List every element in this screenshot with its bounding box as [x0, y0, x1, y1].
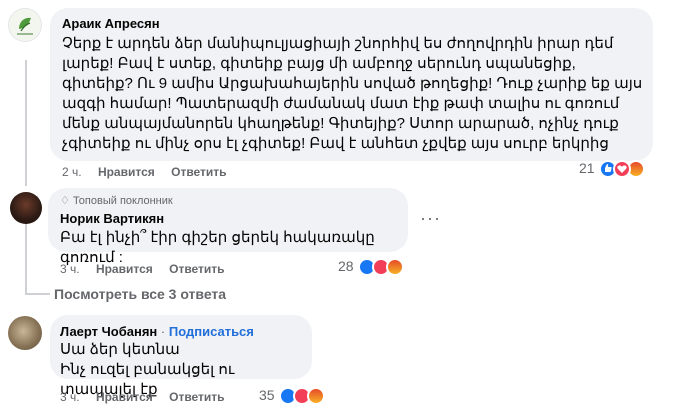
reply-actions: 3 ч. Нравится Ответить [60, 262, 238, 276]
more-options-icon[interactable]: ··· [420, 208, 441, 229]
top-fan-badge-icon: ♢ [60, 195, 70, 207]
like-button[interactable]: Нравится [96, 262, 153, 276]
reaction-count: 21 [579, 160, 595, 177]
reaction-summary[interactable]: 28 [338, 258, 405, 276]
comment-time[interactable]: 2 ч. [62, 165, 82, 179]
thread-line-replies [25, 222, 27, 294]
reply-button[interactable]: Ответить [171, 165, 226, 179]
logo-avatar-icon [17, 17, 33, 35]
comment-text: Չերք է արդեն ձեր մանիպուլյացիայի շնորհիվ… [62, 35, 643, 152]
thread-line [25, 60, 27, 186]
separator-dot: · [160, 324, 166, 339]
reply-author[interactable]: Норик Вартикян [60, 211, 164, 226]
comment-time[interactable]: 3 ч. [60, 390, 80, 404]
angry-reaction-icon [307, 387, 326, 405]
love-reaction-icon [613, 160, 632, 178]
comment-actions: 3 ч. Нравится Ответить [60, 390, 238, 404]
reply-time[interactable]: 3 ч. [60, 262, 80, 276]
reply-button[interactable]: Ответить [169, 390, 224, 404]
reaction-count: 28 [338, 258, 354, 275]
angry-reaction-icon [386, 258, 405, 276]
reaction-count: 35 [259, 387, 275, 404]
avatar-laert[interactable] [8, 316, 42, 350]
reaction-summary[interactable]: 21 [579, 160, 646, 178]
reply-button[interactable]: Ответить [169, 262, 224, 276]
comment-actions: 2 ч. Нравится Ответить [62, 165, 240, 179]
subscribe-button[interactable]: Подписаться [169, 324, 254, 339]
reaction-summary[interactable]: 35 [259, 387, 326, 405]
top-fan-badge: ♢ Топовый поклонник [60, 195, 173, 207]
avatar-norik[interactable] [10, 192, 42, 224]
comment-author[interactable]: Араик Апресян [62, 16, 160, 31]
like-button[interactable]: Нравится [96, 390, 153, 404]
comment-header: Лаерт Чобанян · Подписаться [60, 324, 254, 339]
like-button[interactable]: Нравится [98, 165, 155, 179]
view-replies-link[interactable]: Посмотреть все 3 ответа [54, 286, 226, 302]
thread-line-branch [25, 293, 50, 295]
avatar-araik[interactable] [8, 8, 42, 42]
comment-author[interactable]: Лаерт Чобанян [60, 324, 157, 339]
